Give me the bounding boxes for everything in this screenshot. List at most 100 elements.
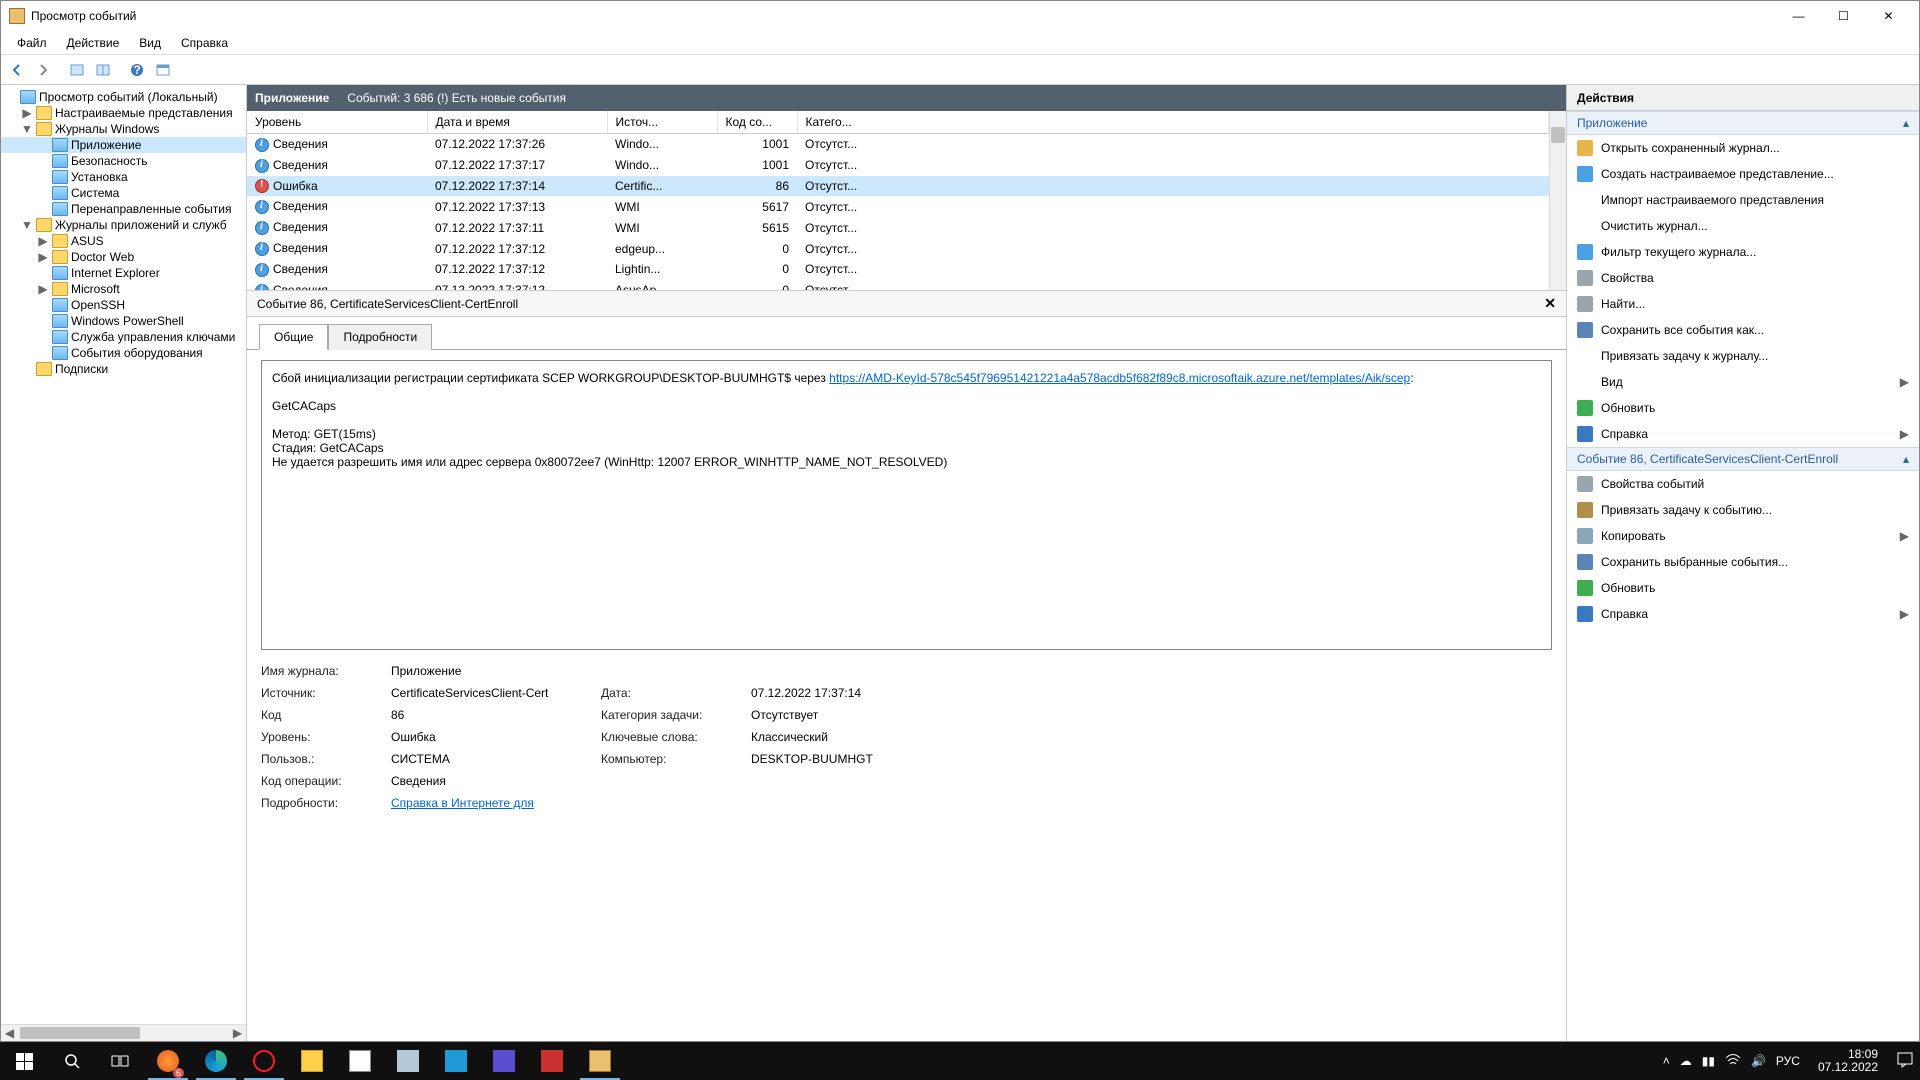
event-row[interactable]: Сведения07.12.2022 17:37:17Windo...1001О… bbox=[247, 155, 1549, 176]
menu-action[interactable]: Действие bbox=[57, 33, 130, 53]
folder-icon bbox=[52, 282, 68, 296]
event-row[interactable]: Сведения07.12.2022 17:37:26Windo...1001О… bbox=[247, 134, 1549, 155]
online-help-link[interactable]: Справка в Интернете для bbox=[391, 796, 534, 810]
tree-node[interactable]: Просмотр событий (Локальный) bbox=[1, 89, 246, 105]
tree-node[interactable]: Windows PowerShell bbox=[1, 313, 246, 329]
tree-node[interactable]: Безопасность bbox=[1, 153, 246, 169]
action-item[interactable]: Свойства событий bbox=[1567, 471, 1919, 497]
action-item[interactable]: Сохранить все события как... bbox=[1567, 317, 1919, 343]
event-message-link[interactable]: https://AMD-KeyId-578c545f796951421221a4… bbox=[829, 371, 1410, 385]
nav-back-button[interactable] bbox=[5, 58, 29, 82]
tree-node[interactable]: Служба управления ключами bbox=[1, 329, 246, 345]
tree-node[interactable]: ▶ASUS bbox=[1, 233, 246, 249]
event-row[interactable]: Ошибка07.12.2022 17:37:14Certific...86От… bbox=[247, 176, 1549, 197]
taskbar-app-6[interactable] bbox=[384, 1042, 432, 1080]
tray-onedrive-icon[interactable]: ☁ bbox=[1680, 1054, 1692, 1068]
taskbar-app-8[interactable] bbox=[480, 1042, 528, 1080]
column-header[interactable]: Источ... bbox=[607, 111, 717, 134]
actions-header: Действия bbox=[1567, 85, 1919, 111]
tree-node[interactable]: ▶Doctor Web bbox=[1, 249, 246, 265]
action-item[interactable]: Создать настраиваемое представление... bbox=[1567, 161, 1919, 187]
action-item[interactable]: Импорт настраиваемого представления bbox=[1567, 187, 1919, 213]
taskbar-edge[interactable] bbox=[192, 1042, 240, 1080]
column-header[interactable]: Код со... bbox=[717, 111, 797, 134]
tree-node[interactable]: Internet Explorer bbox=[1, 265, 246, 281]
search-button[interactable] bbox=[48, 1042, 96, 1080]
menu-view[interactable]: Вид bbox=[129, 33, 171, 53]
action-item[interactable]: Привязать задачу к журналу... bbox=[1567, 343, 1919, 369]
toolbar-btn-4[interactable] bbox=[151, 58, 175, 82]
tree-h-scrollbar[interactable]: ◀▶ bbox=[1, 1024, 246, 1041]
event-row[interactable]: Сведения07.12.2022 17:37:12edgeup...0Отс… bbox=[247, 238, 1549, 259]
event-grid[interactable]: УровеньДата и времяИсточ...Код со...Кате… bbox=[247, 111, 1549, 290]
action-item[interactable]: Обновить bbox=[1567, 575, 1919, 601]
tree-node[interactable]: Система bbox=[1, 185, 246, 201]
action-item[interactable]: Открыть сохраненный журнал... bbox=[1567, 135, 1919, 161]
tree-node[interactable]: ▶Microsoft bbox=[1, 281, 246, 297]
tree-node[interactable]: ▼Журналы приложений и служб bbox=[1, 217, 246, 233]
menu-help[interactable]: Справка bbox=[171, 33, 238, 53]
tray-expand-icon[interactable]: ˄ bbox=[1663, 1054, 1670, 1068]
maximize-button[interactable]: ☐ bbox=[1821, 2, 1866, 30]
tree-node[interactable]: Установка bbox=[1, 169, 246, 185]
actions-section-app[interactable]: Приложение▴ bbox=[1567, 111, 1919, 135]
toolbar-btn-1[interactable] bbox=[65, 58, 89, 82]
event-row[interactable]: Сведения07.12.2022 17:37:12AsusAp...0Отс… bbox=[247, 280, 1549, 290]
start-button[interactable] bbox=[0, 1042, 48, 1080]
event-row[interactable]: Сведения07.12.2022 17:37:13WMI5617Отсутс… bbox=[247, 196, 1549, 217]
actions-section-event[interactable]: Событие 86, CertificateServicesClient-Ce… bbox=[1567, 447, 1919, 471]
tray-volume-icon[interactable]: 🔊 bbox=[1751, 1054, 1766, 1068]
action-item[interactable]: Справка▶ bbox=[1567, 601, 1919, 627]
action-item[interactable]: Очистить журнал... bbox=[1567, 213, 1919, 239]
action-item[interactable]: Фильтр текущего журнала... bbox=[1567, 239, 1919, 265]
grid-v-scrollbar[interactable] bbox=[1549, 111, 1566, 290]
tree-node[interactable]: Перенаправленные события bbox=[1, 201, 246, 217]
taskbar-app-7[interactable] bbox=[432, 1042, 480, 1080]
tab-general[interactable]: Общие bbox=[259, 324, 328, 350]
action-item[interactable]: Найти... bbox=[1567, 291, 1919, 317]
action-item[interactable]: Копировать▶ bbox=[1567, 523, 1919, 549]
tab-details[interactable]: Подробности bbox=[328, 324, 432, 350]
column-header[interactable]: Дата и время bbox=[427, 111, 607, 134]
tray-notifications-icon[interactable] bbox=[1896, 1051, 1914, 1072]
close-button[interactable]: ✕ bbox=[1866, 2, 1911, 30]
taskbar-explorer[interactable] bbox=[288, 1042, 336, 1080]
tray-language[interactable]: РУС bbox=[1776, 1054, 1800, 1068]
taskbar-app-9[interactable] bbox=[528, 1042, 576, 1080]
task-view-button[interactable] bbox=[96, 1042, 144, 1080]
event-row[interactable]: Сведения07.12.2022 17:37:11WMI5615Отсутс… bbox=[247, 217, 1549, 238]
column-header[interactable]: Катего... bbox=[797, 111, 1549, 134]
tree-node[interactable]: Подписки bbox=[1, 361, 246, 377]
menu-file[interactable]: Файл bbox=[7, 33, 57, 53]
column-header[interactable]: Уровень bbox=[247, 111, 427, 134]
toolbar-btn-2[interactable] bbox=[91, 58, 115, 82]
minimize-button[interactable]: — bbox=[1776, 2, 1821, 30]
tray-battery-icon[interactable]: ▮▮ bbox=[1702, 1054, 1715, 1068]
action-icon bbox=[1577, 244, 1593, 260]
menubar: Файл Действие Вид Справка bbox=[1, 31, 1919, 55]
action-item[interactable]: Обновить bbox=[1567, 395, 1919, 421]
tree-node[interactable]: ▼Журналы Windows bbox=[1, 121, 246, 137]
action-item[interactable]: Привязать задачу к событию... bbox=[1567, 497, 1919, 523]
taskbar-eventvwr[interactable] bbox=[576, 1042, 624, 1080]
tree-node[interactable]: События оборудования bbox=[1, 345, 246, 361]
nav-forward-button[interactable] bbox=[31, 58, 55, 82]
tray-clock[interactable]: 18:09 07.12.2022 bbox=[1810, 1048, 1886, 1074]
action-icon bbox=[1577, 348, 1593, 364]
tree-node[interactable]: ▶Настраиваемые представления bbox=[1, 105, 246, 121]
action-item[interactable]: Справка▶ bbox=[1567, 421, 1919, 447]
event-message[interactable]: Сбой инициализации регистрации сертифика… bbox=[261, 360, 1552, 650]
taskbar-store[interactable] bbox=[336, 1042, 384, 1080]
tray-wifi-icon[interactable] bbox=[1725, 1053, 1741, 1070]
taskbar-opera[interactable] bbox=[240, 1042, 288, 1080]
log-icon bbox=[52, 330, 68, 344]
tree-node[interactable]: Приложение bbox=[1, 137, 246, 153]
event-row[interactable]: Сведения07.12.2022 17:37:12Lightin...0От… bbox=[247, 259, 1549, 280]
help-button[interactable]: ? bbox=[125, 58, 149, 82]
action-item[interactable]: Вид▶ bbox=[1567, 369, 1919, 395]
detail-close-button[interactable]: ✕ bbox=[1544, 295, 1556, 312]
tree-node[interactable]: OpenSSH bbox=[1, 297, 246, 313]
taskbar-app-1[interactable]: 6 bbox=[144, 1042, 192, 1080]
action-item[interactable]: Сохранить выбранные события... bbox=[1567, 549, 1919, 575]
action-item[interactable]: Свойства bbox=[1567, 265, 1919, 291]
